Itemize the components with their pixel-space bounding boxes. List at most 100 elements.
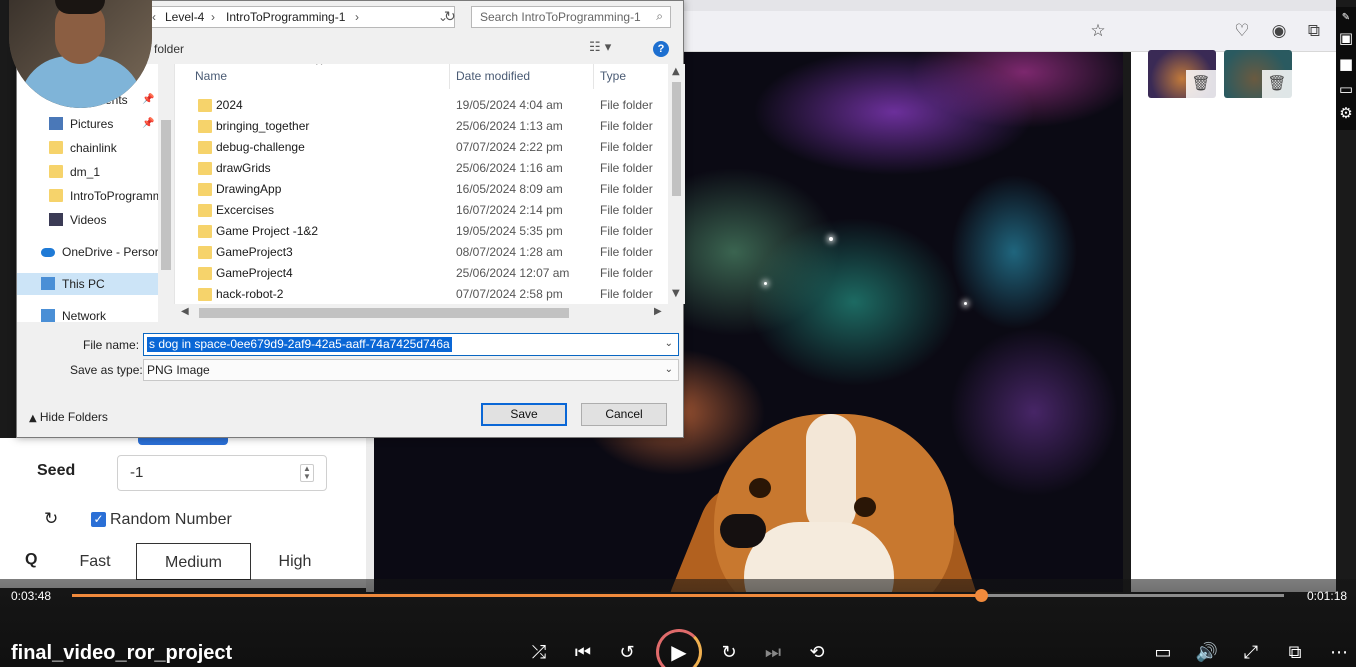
fullscreen-icon[interactable]: ⤢ <box>1239 641 1263 665</box>
screen-icon[interactable]: ▭ <box>1337 80 1355 98</box>
quality-label: Q <box>25 551 38 568</box>
file-row[interactable]: bringing_together 25/06/2024 1:13 am File … <box>175 116 668 137</box>
quality-fast-button[interactable]: Fast <box>58 543 132 580</box>
nav-item-label: OneDrive - Persor <box>62 245 158 259</box>
rewind-10-icon[interactable]: ↺ <box>615 641 639 665</box>
nav-item-introtoprogramming[interactable]: IntroToProgramm <box>17 185 158 207</box>
pocket-icon[interactable]: ♡ <box>1232 21 1252 41</box>
pen-icon[interactable]: ✎ <box>1337 9 1355 27</box>
forward-30-icon[interactable]: ↻ <box>717 641 741 665</box>
captions-icon[interactable]: ▭ <box>1151 641 1175 665</box>
file-row[interactable]: drawGrids 25/06/2024 1:16 am File folder <box>175 158 668 179</box>
folder-icon <box>49 189 63 202</box>
column-header-type[interactable]: Type <box>600 64 626 89</box>
quality-high-button[interactable]: High <box>255 543 335 580</box>
cancel-button[interactable]: Cancel <box>581 403 667 426</box>
scroll-left-icon[interactable]: ◀ <box>181 306 189 317</box>
next-track-icon[interactable]: ⏭ <box>761 641 785 665</box>
trash-icon[interactable]: 🗑 <box>1186 70 1216 98</box>
save-type-label: Save as type: <box>70 363 143 377</box>
settings-gear-icon[interactable]: ⚙ <box>1337 104 1355 122</box>
file-name: bringing_together <box>216 119 310 133</box>
network-icon <box>41 309 55 322</box>
column-header-name[interactable]: Name <box>195 64 227 89</box>
breadcrumb-separator-icon: ‹ <box>152 10 156 24</box>
more-options-icon[interactable]: ⋯ <box>1327 641 1351 665</box>
seek-bar[interactable] <box>72 589 1284 602</box>
extensions-icon[interactable]: ⧉ <box>1304 21 1324 41</box>
computer-icon <box>41 277 55 290</box>
scrollbar-thumb[interactable] <box>672 82 681 196</box>
navigation-scrollbar[interactable] <box>158 64 174 322</box>
bookmark-star-icon[interactable]: ☆ <box>1088 21 1108 41</box>
search-input[interactable]: Search IntroToProgramming-1 ⌕ <box>471 6 671 28</box>
hide-folders-label: Hide Folders <box>39 410 108 424</box>
scroll-right-icon[interactable]: ▶ <box>654 306 662 317</box>
nav-item-this-pc[interactable]: This PC <box>17 273 158 295</box>
trash-icon[interactable]: 🗑 <box>1262 70 1292 98</box>
breadcrumb-level-4[interactable]: Level-4 <box>165 10 204 24</box>
file-row[interactable]: GameProject4 25/06/2024 12:07 am File fold… <box>175 263 668 284</box>
file-row[interactable]: DrawingApp 16/05/2024 8:09 am File folder <box>175 179 668 200</box>
column-separator[interactable] <box>593 64 594 89</box>
camera-icon[interactable]: ▣ <box>1337 29 1355 47</box>
seek-handle[interactable] <box>975 589 988 602</box>
account-icon[interactable]: ◉ <box>1269 21 1289 41</box>
file-type: File folder <box>600 98 653 112</box>
onedrive-icon <box>41 248 55 257</box>
breadcrumb-introtoprogramming[interactable]: IntroToProgramming-1 <box>226 10 345 24</box>
nav-item-pictures[interactable]: Pictures 📌 <box>17 113 158 135</box>
nav-item-dm-1[interactable]: dm_1 <box>17 161 158 183</box>
chevron-down-icon[interactable]: ⌄ <box>665 338 673 349</box>
quality-medium-button[interactable]: Medium <box>136 543 251 580</box>
file-row[interactable]: hack-robot-2 07/07/2024 2:58 pm File folde… <box>175 284 668 304</box>
file-name: Excercises <box>216 203 275 217</box>
save-type-select[interactable]: PNG Image ⌄ <box>143 359 679 381</box>
file-list-vertical-scrollbar[interactable]: ▲ ▼ <box>668 64 685 304</box>
scrollbar-thumb[interactable] <box>161 120 171 270</box>
nav-item-network[interactable]: Network <box>17 305 158 327</box>
refresh-icon[interactable]: ↻ <box>444 9 456 25</box>
generate-button-edge[interactable] <box>138 438 228 445</box>
seed-stepper[interactable]: ▲ ▼ <box>300 464 314 482</box>
file-row[interactable]: 2024 19/05/2024 4:04 am File folder <box>175 95 668 116</box>
file-row[interactable]: GameProject3 08/07/2024 1:28 am File folde… <box>175 242 668 263</box>
column-separator[interactable] <box>449 64 450 89</box>
video-camera-icon[interactable]: ■ <box>1337 55 1355 73</box>
mini-player-icon[interactable]: ⧉ <box>1283 641 1307 665</box>
file-row[interactable]: Game Project -1&2 19/05/2024 5:35 pm File … <box>175 221 668 242</box>
save-button[interactable]: Save <box>481 403 567 426</box>
dog-blaze <box>806 414 856 534</box>
hide-folders-button[interactable]: ▲ Hide Folders <box>29 410 108 424</box>
nav-item-videos[interactable]: Videos <box>17 209 158 231</box>
file-type: File folder <box>600 140 653 154</box>
scroll-down-icon[interactable]: ▼ <box>672 288 680 299</box>
file-row[interactable]: debug-challenge 07/07/2024 2:22 pm File fo… <box>175 137 668 158</box>
play-button[interactable]: ▶ <box>656 629 702 667</box>
column-header-date[interactable]: Date modified <box>456 64 530 89</box>
seed-input[interactable]: -1 ▲ ▼ <box>117 455 327 491</box>
view-options-icon[interactable]: ☷ ▾ <box>589 40 611 55</box>
file-row[interactable]: Excercises 16/07/2024 2:14 pm File folder <box>175 200 668 221</box>
breadcrumb-separator-icon: › <box>211 10 215 24</box>
help-icon[interactable]: ? <box>653 41 669 57</box>
volume-icon[interactable]: 🔊 <box>1195 641 1219 665</box>
pin-icon: 📌 <box>142 118 155 129</box>
repeat-off-icon[interactable]: ⟲ <box>805 641 829 665</box>
file-date: 19/05/2024 5:35 pm <box>456 224 563 238</box>
file-name: 2024 <box>216 98 243 112</box>
address-bar[interactable]: ‹ Level-4 › IntroToProgramming-1 › ⌄ <box>147 6 455 28</box>
file-name-field[interactable]: s dog in space-0ee679d9-2af9-42a5-aaff-7… <box>143 333 679 356</box>
nav-item-chainlink[interactable]: chainlink <box>17 137 158 159</box>
folder-icon <box>198 162 212 175</box>
shuffle-icon[interactable]: ⤮ <box>527 641 551 665</box>
refresh-icon[interactable]: ↻ <box>44 509 58 529</box>
file-list-horizontal-scrollbar[interactable]: ◀ ▶ <box>174 304 668 322</box>
scrollbar-thumb[interactable] <box>199 308 569 318</box>
random-number-checkbox[interactable]: ✓ <box>91 512 106 527</box>
new-folder-button[interactable]: folder <box>154 42 184 56</box>
nav-item-onedrive[interactable]: OneDrive - Persor <box>17 241 158 263</box>
scroll-up-icon[interactable]: ▲ <box>672 66 680 77</box>
nav-item-label: chainlink <box>70 141 117 155</box>
previous-track-icon[interactable]: ⏮ <box>571 641 595 665</box>
